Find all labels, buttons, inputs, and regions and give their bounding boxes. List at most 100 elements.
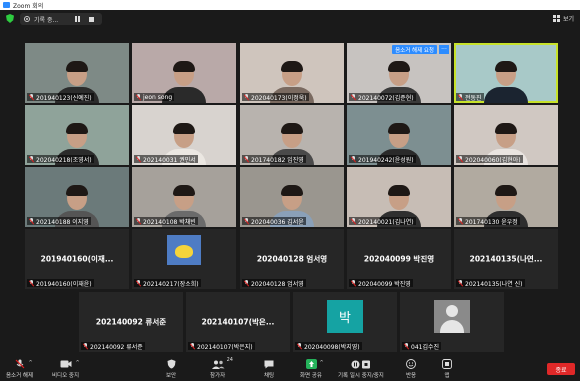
muted-mic-icon bbox=[244, 218, 249, 224]
muted-mic-icon bbox=[190, 343, 195, 349]
participants-count: 24 bbox=[226, 357, 233, 363]
pause-stop-icon bbox=[351, 359, 371, 369]
participant-tile[interactable]: 202140092 류서준 202140092 류서준 bbox=[79, 292, 183, 352]
participant-tile[interactable]: 202140188 이지영 bbox=[25, 167, 129, 227]
more-options-button[interactable]: ··· bbox=[439, 45, 449, 54]
participant-name: 202140092 류서준 bbox=[90, 343, 143, 351]
participant-name-label: 201940123(신예진) bbox=[27, 93, 94, 102]
participant-name: 201940160(이재윤) bbox=[36, 280, 92, 288]
muted-mic-icon bbox=[136, 280, 141, 286]
participant-name: 202140107(박은지) bbox=[197, 343, 253, 351]
participant-tile[interactable]: 202040036 김서윤 bbox=[240, 167, 344, 227]
participant-tile[interactable]: 202140135(나연... 202140135(나연 신) bbox=[454, 229, 558, 289]
security-button[interactable]: 보안 bbox=[166, 359, 176, 379]
participant-tile[interactable]: 201740182 임진영 bbox=[240, 105, 344, 165]
reactions-button[interactable]: 반응 bbox=[406, 359, 416, 379]
participant-name-label: 201940242(윤성원) bbox=[349, 155, 416, 164]
end-meeting-button[interactable]: 종료 bbox=[547, 363, 575, 375]
participant-name-label: 202040128 엄서영 bbox=[242, 279, 306, 288]
chat-button[interactable]: 채팅 bbox=[264, 359, 274, 379]
participant-name: 201940123(신예진) bbox=[36, 94, 92, 102]
participant-tile[interactable]: 202140217(장소희) bbox=[132, 229, 236, 289]
participant-name-label: 전동진 bbox=[456, 93, 484, 102]
participant-name: 202040128 엄서영 bbox=[251, 280, 304, 288]
zoom-logo-icon bbox=[3, 2, 10, 8]
unmute-request-badge[interactable]: 음소거 해제 요청 bbox=[392, 45, 437, 54]
participant-tile[interactable]: 201740130 윤우정 bbox=[454, 167, 558, 227]
share-screen-button[interactable]: ^ 화면 공유 bbox=[300, 359, 324, 379]
window-titlebar: Zoom 회의 bbox=[0, 0, 580, 10]
meeting-topbar: 기록 중... 보기 bbox=[0, 10, 580, 28]
participant-tile[interactable]: 박 202040098(박지영) bbox=[293, 292, 397, 352]
recording-label: 기록 중... bbox=[34, 16, 59, 24]
participant-name: 202040218(조영서) bbox=[36, 156, 92, 164]
participant-tile[interactable]: 전동진 bbox=[454, 43, 558, 103]
participant-tile[interactable]: 202140031 권민서 bbox=[132, 105, 236, 165]
muted-mic-icon bbox=[29, 94, 34, 100]
participant-name-label: 202040099 박진영 bbox=[349, 279, 413, 288]
participant-tile[interactable]: 202140021(김나연) bbox=[347, 167, 451, 227]
participant-name-label: 202140108 박채빈 bbox=[134, 217, 198, 226]
chat-icon bbox=[264, 359, 274, 369]
participant-tile[interactable]: 201940160(이재... 201940160(이재윤) bbox=[25, 229, 129, 289]
participant-tile[interactable]: 202040128 엄서영 202040128 엄서영 bbox=[240, 229, 344, 289]
participant-name: 202140072(김준현) bbox=[358, 94, 414, 102]
muted-mic-icon bbox=[351, 156, 356, 162]
view-button[interactable]: 보기 bbox=[552, 14, 574, 23]
view-label: 보기 bbox=[562, 16, 574, 23]
participant-name-label: 202140072(김준현) bbox=[349, 93, 416, 102]
stop-video-button[interactable]: ^ 비디오 중지 bbox=[52, 359, 80, 379]
participant-name-label: 202040060(김현아) bbox=[456, 155, 523, 164]
participant-name-label: 202140021(김나연) bbox=[349, 217, 416, 226]
participant-tile[interactable]: jeon song bbox=[132, 43, 236, 103]
participant-tile[interactable]: 041김수진 bbox=[400, 292, 504, 352]
participant-tile[interactable]: 201940123(신예진) bbox=[25, 43, 129, 103]
participant-tile[interactable]: 202140107(박은... 202140107(박은지) bbox=[186, 292, 290, 352]
participant-name: 201740182 임진영 bbox=[251, 156, 304, 164]
security-shield-icon[interactable] bbox=[6, 14, 14, 23]
muted-mic-icon bbox=[351, 218, 356, 224]
window-title: Zoom 회의 bbox=[13, 2, 44, 10]
participant-display-name: 202040099 박진영 bbox=[363, 254, 435, 264]
muted-mic-icon bbox=[458, 156, 463, 162]
participant-tile[interactable]: 202040173(이정욱) bbox=[240, 43, 344, 103]
initial-avatar: 박 bbox=[327, 300, 363, 333]
participant-tile[interactable]: 202040060(김현아) bbox=[454, 105, 558, 165]
participant-tile[interactable]: 201940242(윤성원) bbox=[347, 105, 451, 165]
participant-name-label: 201740130 윤우정 bbox=[456, 217, 520, 226]
participant-name: 202140108 박채빈 bbox=[143, 218, 196, 226]
participant-name: 202140021(김나연) bbox=[358, 218, 414, 226]
participant-name-label: 202040218(조영서) bbox=[27, 155, 94, 164]
participants-icon: 24 bbox=[211, 357, 233, 369]
apps-button[interactable]: 앱 bbox=[442, 359, 452, 379]
participant-name: jeon song bbox=[143, 93, 173, 101]
participant-display-name: 202040128 엄서영 bbox=[256, 254, 328, 264]
participant-name: 041김수진 bbox=[411, 343, 440, 351]
participants-button[interactable]: 24 참가자 bbox=[210, 357, 233, 379]
participant-name-label: 201940160(이재윤) bbox=[27, 279, 94, 288]
participant-tile[interactable]: 202040099 박진영 202040099 박진영 bbox=[347, 229, 451, 289]
smiley-icon bbox=[406, 359, 417, 369]
muted-mic-icon bbox=[29, 156, 34, 162]
recording-indicator: 기록 중... bbox=[20, 13, 102, 25]
participant-tile[interactable]: 202040218(조영서) bbox=[25, 105, 129, 165]
participant-name: 202040060(김현아) bbox=[465, 156, 521, 164]
apps-icon bbox=[442, 359, 452, 369]
participant-name: 202140135(나연 신) bbox=[465, 280, 523, 288]
participant-name-label: 202040098(박지영) bbox=[295, 342, 362, 351]
muted-mic-icon bbox=[458, 280, 463, 286]
shield-icon bbox=[167, 359, 176, 369]
muted-mic-icon bbox=[297, 343, 302, 349]
pause-recording-button[interactable] bbox=[74, 15, 81, 23]
stop-recording-button[interactable] bbox=[89, 16, 94, 22]
muted-mic-icon bbox=[136, 218, 141, 224]
unmute-button[interactable]: ^ 음소거 해제 bbox=[6, 359, 33, 379]
participant-name-label: 202140135(나연 신) bbox=[456, 279, 525, 288]
participant-tile[interactable]: 음소거 해제 요청 ··· 202140072(김준현) bbox=[347, 43, 451, 103]
record-control-button[interactable]: 기록 일시 중지/중지 bbox=[338, 359, 384, 379]
participant-tile[interactable]: 202140108 박채빈 bbox=[132, 167, 236, 227]
muted-mic-icon bbox=[458, 94, 463, 100]
profile-picture bbox=[167, 235, 201, 265]
muted-mic-icon bbox=[136, 156, 141, 162]
muted-mic-icon bbox=[244, 94, 249, 100]
